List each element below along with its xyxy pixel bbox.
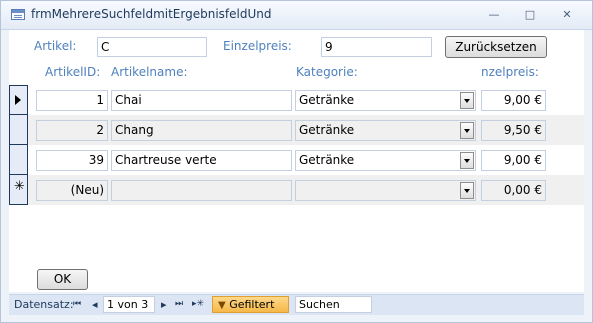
- last-record-icon[interactable]: ⏭: [175, 299, 183, 309]
- record-label: Datensatz:: [14, 298, 74, 311]
- new-record-nav-icon[interactable]: ▸✳: [192, 299, 204, 309]
- artikelname-cell[interactable]: Chang: [111, 120, 292, 141]
- artikelid-cell[interactable]: 1: [36, 90, 108, 111]
- dropdown-arrow-icon[interactable]: [460, 92, 474, 109]
- einzelpreis-cell[interactable]: 9,50 €: [481, 120, 546, 141]
- artikelid-cell[interactable]: 2: [36, 120, 108, 141]
- header-kategorie: Kategorie:: [296, 65, 358, 79]
- maximize-button[interactable]: □: [520, 7, 540, 23]
- record-selector[interactable]: [9, 85, 28, 115]
- ok-button[interactable]: OK: [37, 269, 88, 290]
- kategorie-value: Getränke: [299, 93, 355, 107]
- artikelid-cell[interactable]: (Neu): [36, 180, 108, 201]
- table-row[interactable]: 39 Chartreuse verte Getränke 9,00 €: [9, 145, 584, 175]
- table-row[interactable]: 1 Chai Getränke 9,00 €: [9, 85, 584, 115]
- einzelpreis-search-input[interactable]: 9: [321, 37, 432, 57]
- form-icon: [11, 9, 25, 20]
- table-row[interactable]: 2 Chang Getränke 9,50 €: [9, 115, 584, 145]
- artikelid-cell[interactable]: 39: [36, 150, 108, 171]
- kategorie-combo[interactable]: [295, 180, 476, 201]
- record-selector[interactable]: [9, 115, 28, 145]
- artikel-search-input[interactable]: C: [97, 37, 207, 57]
- einzelpreis-cell[interactable]: 9,00 €: [481, 150, 546, 171]
- header-artikelname: Artikelname:: [111, 65, 188, 79]
- artikelname-cell[interactable]: Chartreuse verte: [111, 150, 292, 171]
- artikelname-cell[interactable]: Chai: [111, 90, 292, 111]
- einzelpreis-label: Einzelpreis:: [223, 39, 292, 53]
- dropdown-arrow-icon[interactable]: [460, 122, 474, 139]
- kategorie-value: Getränke: [299, 123, 355, 137]
- kategorie-combo[interactable]: Getränke: [295, 120, 476, 141]
- record-navigation-bar: Datensatz: ⏮ ◂ 1 von 3 ▸ ⏭ ▸✳ ▼ Gefilter…: [9, 294, 584, 315]
- next-record-icon[interactable]: ▸: [161, 298, 167, 311]
- minimize-button[interactable]: —: [484, 7, 504, 23]
- search-input[interactable]: Suchen: [295, 296, 372, 313]
- filter-status: Gefiltert: [229, 298, 275, 311]
- current-record-arrow-icon: [15, 95, 21, 105]
- artikelname-cell[interactable]: [111, 180, 292, 201]
- filter-toggle[interactable]: ▼ Gefiltert: [212, 296, 289, 313]
- reset-button[interactable]: Zurücksetzen: [445, 36, 547, 58]
- einzelpreis-cell[interactable]: 0,00 €: [481, 180, 546, 201]
- form-window: frmMehrereSuchfeldmitErgebnisfeldUnd — □…: [0, 0, 593, 323]
- filter-icon: ▼: [218, 300, 226, 311]
- header-einzelpreis: nzelpreis:: [481, 65, 539, 79]
- kategorie-combo[interactable]: Getränke: [295, 90, 476, 111]
- kategorie-combo[interactable]: Getränke: [295, 150, 476, 171]
- form-body: Artikel: C Einzelpreis: 9 Zurücksetzen A…: [9, 30, 584, 292]
- close-button[interactable]: ✕: [557, 7, 577, 23]
- dropdown-arrow-icon[interactable]: [460, 182, 474, 199]
- kategorie-value: Getränke: [299, 153, 355, 167]
- title-bar: frmMehrereSuchfeldmitErgebnisfeldUnd — □…: [1, 1, 592, 30]
- artikel-label: Artikel:: [34, 39, 77, 53]
- previous-record-icon[interactable]: ◂: [92, 298, 98, 311]
- new-record-row[interactable]: ✳ (Neu) 0,00 €: [9, 175, 584, 205]
- dropdown-arrow-icon[interactable]: [460, 152, 474, 169]
- record-selector[interactable]: [9, 145, 28, 175]
- record-selector[interactable]: ✳: [9, 175, 28, 205]
- first-record-icon[interactable]: ⏮: [73, 299, 81, 309]
- record-position-input[interactable]: 1 von 3: [103, 296, 155, 313]
- new-record-icon: ✳: [14, 179, 25, 194]
- header-artikelid: ArtikelID:: [45, 65, 101, 79]
- einzelpreis-cell[interactable]: 9,00 €: [481, 90, 546, 111]
- window-title: frmMehrereSuchfeldmitErgebnisfeldUnd: [31, 7, 272, 21]
